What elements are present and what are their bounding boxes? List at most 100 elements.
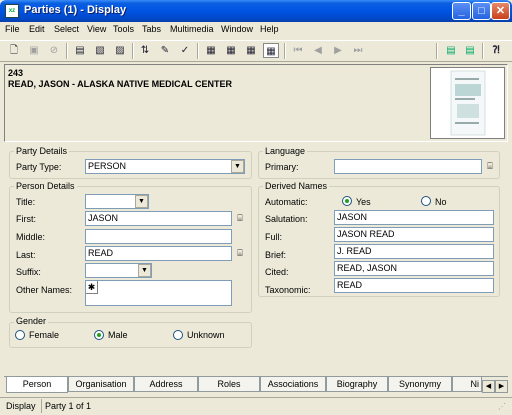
other-names-label: Other Names: bbox=[16, 285, 73, 295]
app-icon[interactable]: xz bbox=[5, 4, 19, 18]
primary-language-field[interactable] bbox=[334, 159, 482, 174]
cited-name-label: Cited: bbox=[265, 267, 289, 277]
salutation-field[interactable]: JASON bbox=[334, 210, 494, 225]
automatic-no-label: No bbox=[435, 197, 447, 207]
gender-unknown-radio[interactable] bbox=[173, 330, 183, 340]
person-details-group-label: Person Details bbox=[14, 181, 77, 191]
help-icon[interactable]: ⁈ bbox=[488, 43, 504, 58]
taxonomic-name-label: Taxonomic: bbox=[265, 285, 311, 295]
chevron-down-icon[interactable]: ▼ bbox=[135, 195, 148, 208]
status-mode: Display bbox=[6, 401, 36, 411]
gender-group-label: Gender bbox=[14, 316, 49, 326]
toolbar-separator bbox=[66, 43, 68, 59]
delete-record-icon[interactable]: ▧ bbox=[92, 43, 108, 58]
paste-record-icon[interactable]: ▤ bbox=[462, 43, 478, 58]
new-row-marker: ✱ bbox=[86, 281, 98, 294]
gender-female-radio[interactable] bbox=[15, 330, 25, 340]
chevron-down-icon[interactable]: ▼ bbox=[138, 264, 151, 277]
menu-multimedia[interactable]: Multimedia bbox=[170, 24, 214, 34]
sort-icon[interactable]: ⇅ bbox=[137, 43, 153, 58]
page-view-icon[interactable]: ▦ bbox=[263, 43, 279, 58]
first-name-label: First: bbox=[16, 214, 36, 224]
full-name-field[interactable]: JASON READ bbox=[334, 227, 494, 242]
language-group-label: Language bbox=[263, 146, 308, 156]
tab-biography[interactable]: Biography bbox=[326, 377, 388, 392]
tab-next-partial[interactable]: Ni bbox=[452, 377, 482, 392]
last-name-label: Last: bbox=[16, 250, 36, 260]
minimize-button[interactable]: _ bbox=[452, 2, 471, 20]
menu-edit[interactable]: Edit bbox=[29, 24, 45, 34]
first-record-icon[interactable]: ⏮ bbox=[290, 43, 306, 58]
attach-icon[interactable]: ▨ bbox=[112, 43, 128, 58]
copy-record-icon[interactable]: ▤ bbox=[443, 43, 459, 58]
title-label: Title: bbox=[16, 197, 36, 207]
suffix-label: Suffix: bbox=[16, 267, 41, 277]
primary-language-label: Primary: bbox=[265, 162, 299, 172]
tab-roles[interactable]: Roles bbox=[198, 377, 260, 392]
menu-tabs[interactable]: Tabs bbox=[142, 24, 161, 34]
gender-female-label: Female bbox=[29, 330, 60, 340]
automatic-yes-radio[interactable] bbox=[342, 196, 352, 206]
maximize-button[interactable]: □ bbox=[472, 2, 491, 20]
form-view-icon[interactable]: ▦ bbox=[203, 43, 219, 58]
last-name-field[interactable]: READ bbox=[85, 246, 232, 261]
brief-name-label: Brief: bbox=[265, 250, 287, 260]
tab-associations[interactable]: Associations bbox=[260, 377, 326, 392]
last-record-icon[interactable]: ⏭ bbox=[350, 43, 366, 58]
tab-organisation[interactable]: Organisation bbox=[68, 377, 134, 392]
gender-male-label: Male bbox=[108, 330, 128, 340]
menu-select[interactable]: Select bbox=[54, 24, 79, 34]
tab-person[interactable]: Person bbox=[6, 377, 68, 393]
window-title: Parties (1) - Display bbox=[24, 4, 127, 16]
multimedia-thumbnail[interactable] bbox=[430, 67, 505, 139]
new-icon[interactable]: 🗋 bbox=[6, 43, 22, 58]
party-details-group-label: Party Details bbox=[14, 146, 70, 156]
grid-view-icon[interactable]: ▦ bbox=[243, 43, 259, 58]
party-type-select[interactable]: PERSON bbox=[85, 159, 245, 174]
toolbar-separator bbox=[482, 43, 484, 59]
toolbar-separator bbox=[132, 43, 134, 59]
close-button[interactable]: ✕ bbox=[491, 2, 510, 20]
toolbar-separator bbox=[436, 43, 438, 59]
tab-scroll-left-icon[interactable]: ◀ bbox=[482, 380, 495, 393]
chevron-down-icon[interactable]: ▼ bbox=[231, 160, 244, 173]
menu-window[interactable]: Window bbox=[221, 24, 253, 34]
derived-names-group-label: Derived Names bbox=[263, 181, 330, 191]
lookup-icon[interactable]: ⌸ bbox=[234, 247, 246, 260]
tab-scroll-right-icon[interactable]: ▶ bbox=[495, 380, 508, 393]
list-view-icon[interactable]: ▦ bbox=[223, 43, 239, 58]
menu-view[interactable]: View bbox=[87, 24, 106, 34]
tab-synonymy[interactable]: Synonymy bbox=[388, 377, 452, 392]
cited-name-field[interactable]: READ, JASON bbox=[334, 261, 494, 276]
first-name-field[interactable]: JASON bbox=[85, 211, 232, 226]
automatic-label: Automatic: bbox=[265, 197, 308, 207]
previous-record-icon[interactable]: ◀ bbox=[310, 43, 326, 58]
next-record-icon[interactable]: ▶ bbox=[330, 43, 346, 58]
other-names-grid[interactable] bbox=[85, 280, 232, 306]
save-icon[interactable]: ▣ bbox=[26, 43, 42, 58]
resize-grip-icon[interactable]: ⋰ bbox=[498, 402, 510, 414]
open-record-icon[interactable]: ▤ bbox=[72, 43, 88, 58]
tab-address[interactable]: Address bbox=[134, 377, 198, 392]
middle-name-field[interactable] bbox=[85, 229, 232, 244]
lookup-icon[interactable]: ⌸ bbox=[234, 212, 246, 225]
gender-unknown-label: Unknown bbox=[187, 330, 225, 340]
document-thumbnail-icon bbox=[450, 70, 486, 136]
edit-icon[interactable]: ✎ bbox=[157, 43, 173, 58]
automatic-yes-label: Yes bbox=[356, 197, 371, 207]
lookup-icon[interactable]: ⌸ bbox=[484, 160, 496, 173]
automatic-no-radio[interactable] bbox=[421, 196, 431, 206]
middle-name-label: Middle: bbox=[16, 232, 46, 242]
menu-file[interactable]: File bbox=[5, 24, 20, 34]
full-name-label: Full: bbox=[265, 232, 283, 242]
cancel-icon[interactable]: ⊘ bbox=[46, 43, 62, 58]
spellcheck-icon[interactable]: ✓ bbox=[177, 43, 193, 58]
toolbar-separator bbox=[197, 43, 199, 59]
menu-help[interactable]: Help bbox=[260, 24, 279, 34]
menu-tools[interactable]: Tools bbox=[113, 24, 134, 34]
brief-name-field[interactable]: J. READ bbox=[334, 244, 494, 259]
status-record-count: Party 1 of 1 bbox=[45, 401, 92, 411]
toolbar-separator bbox=[284, 43, 286, 59]
gender-male-radio[interactable] bbox=[94, 330, 104, 340]
taxonomic-name-field[interactable]: READ bbox=[334, 278, 494, 293]
